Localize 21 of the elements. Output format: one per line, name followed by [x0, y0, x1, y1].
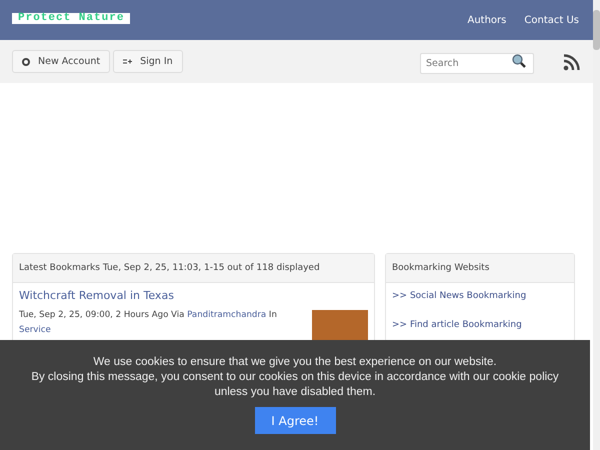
scrollbar-thumb[interactable] — [593, 10, 600, 50]
search-icon[interactable] — [512, 54, 526, 68]
nav-link[interactable]: Authors — [467, 15, 506, 26]
nav-link[interactable]: Contact Us — [524, 15, 579, 26]
panel-heading: Bookmarking Websits — [386, 254, 574, 283]
search-field[interactable]: Search — [420, 53, 534, 74]
sign-in-icon — [123, 59, 132, 64]
sidebar-link[interactable]: >> Find article Bookmarking — [386, 312, 574, 341]
panel-heading: Latest Bookmarks Tue, Sep 2, 25, 11:03, 1-15 out of 118 displayed — [13, 254, 374, 283]
bookmark-title[interactable]: Witchcraft Removal in Texas — [19, 289, 368, 302]
rss-icon[interactable] — [563, 52, 581, 70]
category-link[interactable]: Service — [19, 325, 51, 335]
scrollbar[interactable] — [593, 0, 600, 450]
toolbar-button[interactable]: Sign In — [113, 50, 183, 73]
agree-button[interactable]: I Agree! — [254, 407, 336, 434]
author-link[interactable]: Panditramchandra — [187, 310, 266, 320]
gear-icon — [22, 58, 30, 66]
sidebar-link[interactable]: >> Social News Bookmarking — [386, 283, 574, 312]
cookie-message: By closing this message, you consent to our cookies on this device in accordance with our cookie policy unless you have disabled them. — [30, 370, 560, 400]
cookie-message: We use cookies to ensure that we give you the best experience on our website. — [92, 355, 498, 370]
toolbar-button[interactable]: New Account — [12, 50, 110, 73]
